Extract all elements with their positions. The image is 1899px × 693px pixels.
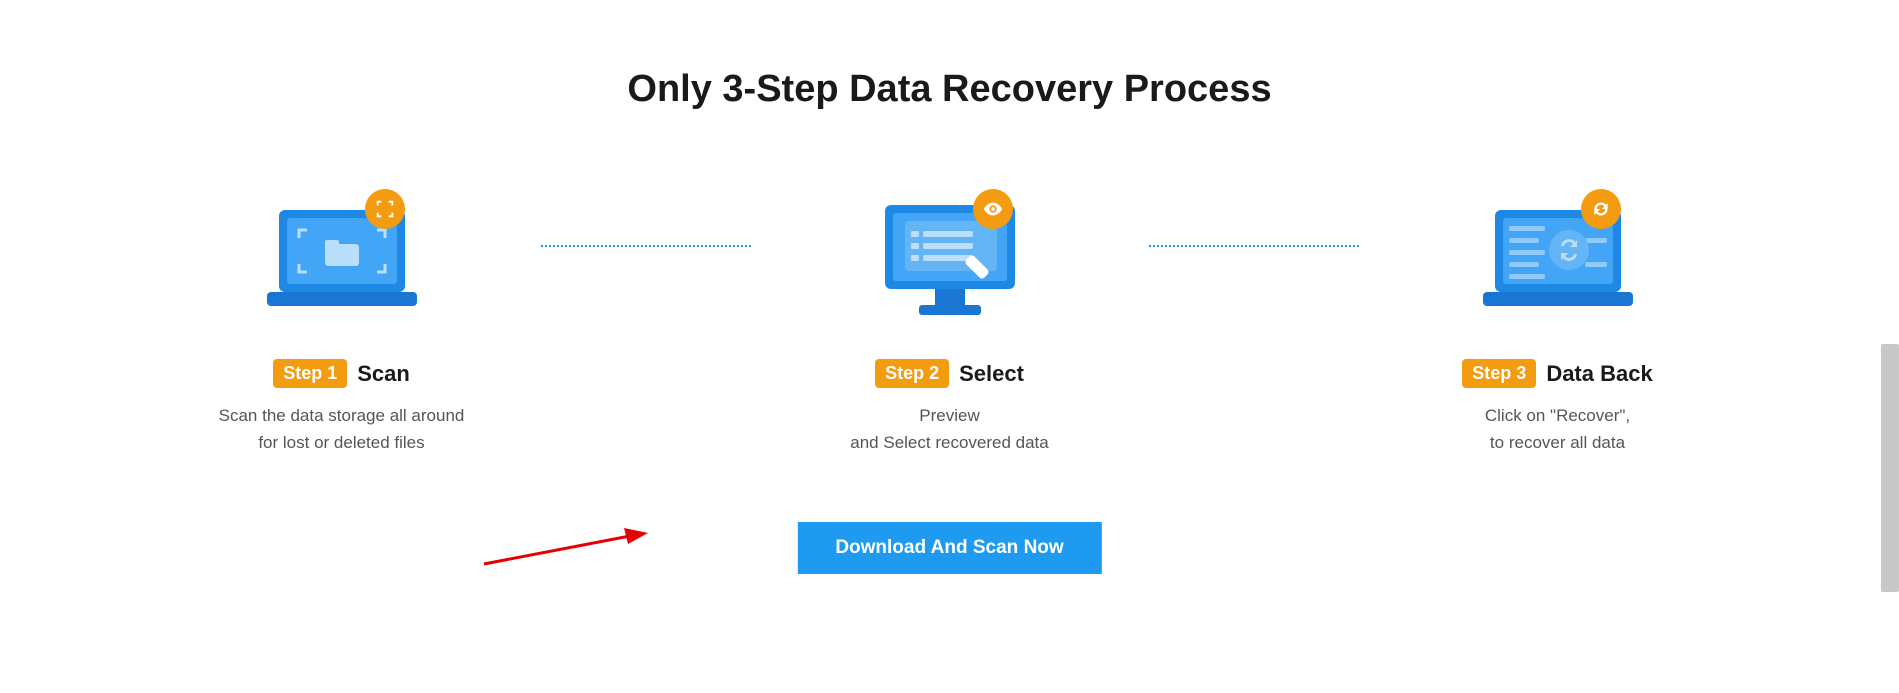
step-3-title: Data Back: [1546, 361, 1652, 387]
step-1-desc: Scan the data storage all around for los…: [219, 402, 465, 456]
step-3-pill: Step 3: [1462, 359, 1536, 388]
step-2-illustration: [875, 201, 1025, 321]
step-2-label-row: Step 2 Select: [875, 359, 1024, 388]
step-1-illustration: [267, 201, 417, 321]
step-1-block: Step 1 Scan Scan the data storage all ar…: [143, 201, 541, 456]
step-3-illustration: [1483, 201, 1633, 321]
steps-row: Step 1 Scan Scan the data storage all ar…: [0, 201, 1899, 456]
scan-icon: [365, 189, 405, 229]
step-1-label-row: Step 1 Scan: [273, 359, 410, 388]
connector-1: [541, 245, 751, 247]
connector-2: [1149, 245, 1359, 247]
annotation-arrow: [480, 518, 650, 568]
step-2-block: Step 2 Select Preview and Select recover…: [751, 201, 1149, 456]
step-2-title: Select: [959, 361, 1024, 387]
download-scan-button[interactable]: Download And Scan Now: [797, 522, 1101, 574]
refresh-icon: [1581, 189, 1621, 229]
step-1-pill: Step 1: [273, 359, 347, 388]
step-3-label-row: Step 3 Data Back: [1462, 359, 1652, 388]
page-title: Only 3-Step Data Recovery Process: [0, 68, 1899, 111]
step-3-desc: Click on "Recover", to recover all data: [1485, 402, 1630, 456]
step-2-pill: Step 2: [875, 359, 949, 388]
step-2-desc: Preview and Select recovered data: [850, 402, 1048, 456]
eye-icon: [973, 189, 1013, 229]
scrollbar-thumb[interactable]: [1881, 344, 1899, 592]
step-3-block: Step 3 Data Back Click on "Recover", to …: [1359, 201, 1757, 456]
step-1-title: Scan: [357, 361, 410, 387]
